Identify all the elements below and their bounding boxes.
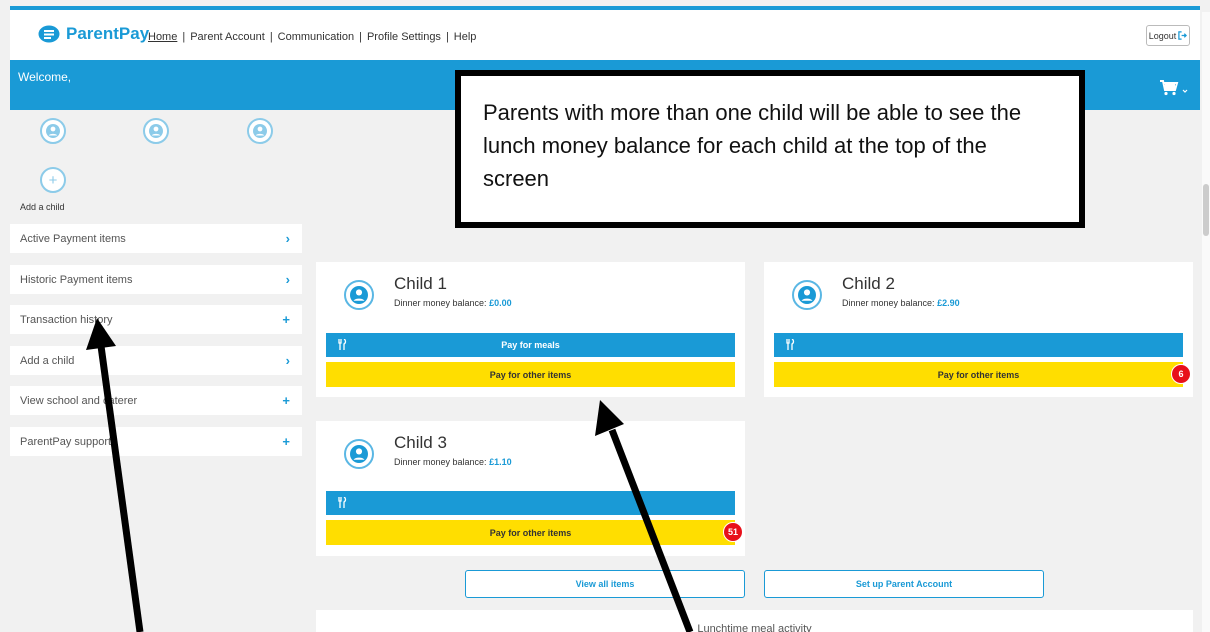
pay-for-other-items-button[interactable]: Pay for other items 51 <box>326 520 743 545</box>
logout-label: Logout <box>1148 30 1177 41</box>
sidebar-item-active-payment-items[interactable]: Active Payment items › <box>10 224 302 253</box>
plus-icon: + <box>48 171 58 189</box>
set-up-parent-account-button[interactable]: Set up Parent Account <box>764 570 1044 598</box>
pay-for-other-items-button[interactable]: Pay for other items 6 <box>774 362 1191 387</box>
user-icon <box>350 286 368 304</box>
nav-communication[interactable]: Communication <box>278 31 354 43</box>
chevron-right-icon: › <box>285 272 290 287</box>
chevron-right-icon: › <box>285 231 290 246</box>
page-scrollbar[interactable] <box>1202 12 1210 632</box>
logout-icon <box>1178 31 1188 40</box>
child-card-1: Child 1 Dinner money balance: £0.00 Pay … <box>316 262 745 397</box>
nav-parent-account[interactable]: Parent Account <box>190 31 265 43</box>
sidebar-item-parentpay-support[interactable]: ParentPay support + <box>10 427 302 456</box>
plus-icon: + <box>282 393 290 408</box>
lunchtime-meal-activity-panel: Lunchtime meal activity <box>316 610 1193 632</box>
pay-for-other-items-button[interactable]: Pay for other items <box>326 362 735 387</box>
parentpay-logo[interactable]: ParentPay <box>38 24 149 44</box>
child-card-3: Child 3 Dinner money balance: £1.10 Pay … <box>316 421 745 556</box>
nav-home[interactable]: Home <box>148 31 177 43</box>
header: ParentPay Home | Parent Account | Commun… <box>10 10 1200 60</box>
user-icon <box>253 124 267 138</box>
add-child-label: Add a child <box>20 202 65 212</box>
shopping-cart-icon <box>1160 80 1179 96</box>
notification-badge: 51 <box>723 522 743 542</box>
view-all-items-button[interactable]: View all items <box>465 570 745 598</box>
plus-icon: + <box>282 434 290 449</box>
dropdown-caret-icon <box>1182 89 1188 93</box>
plus-icon: + <box>282 312 290 327</box>
notification-badge: 6 <box>1171 364 1191 384</box>
dinner-money-balance: Dinner money balance: £1.10 <box>394 457 512 467</box>
user-icon <box>149 124 163 138</box>
cutlery-icon <box>786 339 795 350</box>
cutlery-icon <box>338 497 347 508</box>
callout-text: Parents with more than one child will be… <box>483 100 1022 191</box>
annotation-callout: Parents with more than one child will be… <box>455 70 1085 228</box>
cutlery-icon <box>338 339 347 350</box>
child-name: Child 2 <box>842 274 895 293</box>
logout-button[interactable]: Logout <box>1146 25 1190 46</box>
activity-title: Lunchtime meal activity <box>697 623 812 632</box>
main-nav: Home | Parent Account | Communication | … <box>148 31 477 43</box>
pay-for-meals-button[interactable]: Pay for meals <box>326 333 735 357</box>
basket-button[interactable] <box>1159 79 1188 96</box>
sidebar-item-view-school-and-caterer[interactable]: View school and caterer + <box>10 386 302 415</box>
scrollbar-thumb[interactable] <box>1203 184 1209 236</box>
child-avatar <box>344 280 374 310</box>
dinner-money-balance: Dinner money balance: £2.90 <box>842 298 960 308</box>
nav-help[interactable]: Help <box>454 31 477 43</box>
pay-for-meals-button[interactable] <box>774 333 1183 357</box>
sidebar-item-historic-payment-items[interactable]: Historic Payment items › <box>10 265 302 294</box>
welcome-text: Welcome, <box>18 70 72 84</box>
user-icon <box>798 286 816 304</box>
sidebar-item-transaction-history[interactable]: Transaction history + <box>10 305 302 334</box>
chevron-right-icon: › <box>285 353 290 368</box>
nav-profile-settings[interactable]: Profile Settings <box>367 31 441 43</box>
user-icon <box>350 445 368 463</box>
user-icon <box>46 124 60 138</box>
pay-for-meals-button[interactable] <box>326 491 735 515</box>
child-3-avatar[interactable] <box>247 118 273 144</box>
dinner-money-balance: Dinner money balance: £0.00 <box>394 298 512 308</box>
child-avatar <box>792 280 822 310</box>
logo-text: ParentPay <box>66 24 150 43</box>
child-avatar <box>344 439 374 469</box>
child-card-2: Child 2 Dinner money balance: £2.90 Pay … <box>764 262 1193 397</box>
child-name: Child 3 <box>394 433 447 452</box>
child-2-avatar[interactable] <box>143 118 169 144</box>
add-child-button[interactable]: + <box>40 167 66 193</box>
child-name: Child 1 <box>394 274 447 293</box>
child-1-avatar[interactable] <box>40 118 66 144</box>
parentpay-logo-icon <box>38 25 60 43</box>
sidebar-item-add-a-child[interactable]: Add a child › <box>10 346 302 375</box>
